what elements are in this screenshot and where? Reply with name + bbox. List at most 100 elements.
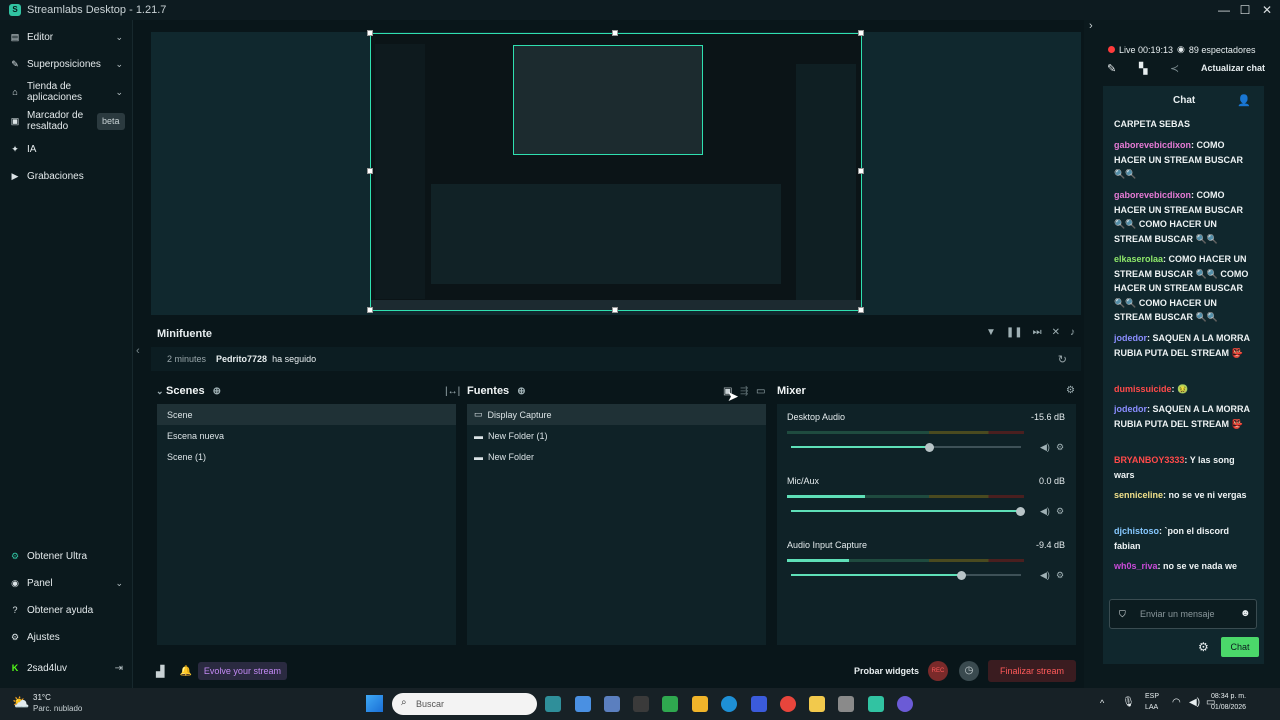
tray-chevron-icon[interactable]: ^ xyxy=(1100,698,1104,708)
chat-username[interactable]: djchistoso xyxy=(1114,526,1159,536)
chrome-icon[interactable] xyxy=(780,696,796,712)
windows-start-icon[interactable] xyxy=(366,695,383,712)
mute-icon[interactable]: ◀) xyxy=(1040,506,1050,517)
add-source-icon[interactable]: ⊕ xyxy=(517,386,525,397)
source-item[interactable]: ▬ New Folder (1) xyxy=(467,425,766,446)
sidebar-item-editor[interactable]: ▤ Editor ⌄ xyxy=(0,30,133,44)
sidebar-item-superposiciones[interactable]: ✎ Superposiciones ⌄ xyxy=(0,57,133,71)
scene-item[interactable]: Scene xyxy=(157,404,456,425)
resize-handle[interactable] xyxy=(858,168,864,174)
chat-username[interactable]: gaborevebicdixon xyxy=(1114,140,1191,150)
emoji-icon[interactable]: ☻ xyxy=(1240,608,1251,619)
sidebar-item-ajustes[interactable]: ⚙ Ajustes xyxy=(0,630,133,644)
probar-widgets-button[interactable]: Probar widgets xyxy=(854,666,919,676)
chat-input[interactable]: ⛉ Enviar un mensaje ☻ xyxy=(1109,599,1257,629)
chat-username[interactable]: elkaserolaa xyxy=(1114,254,1163,264)
resize-handle[interactable] xyxy=(367,168,373,174)
logout-icon[interactable]: ⇥ xyxy=(115,663,123,674)
replay-buffer-icon[interactable]: ◷ xyxy=(959,661,979,681)
pause-icon[interactable]: ❚❚ xyxy=(1006,327,1023,338)
taskbar-app-icon[interactable] xyxy=(604,696,620,712)
mute-alerts-icon[interactable]: ✕ xyxy=(1052,327,1060,338)
maximize-icon[interactable]: ☐ xyxy=(1237,2,1253,18)
evolve-button[interactable]: Evolve your stream xyxy=(197,662,287,680)
chat-send-button[interactable]: Chat xyxy=(1221,637,1259,657)
finalizar-stream-button[interactable]: Finalizar stream xyxy=(988,660,1076,682)
taskbar-app-icon[interactable] xyxy=(692,696,708,712)
close-icon[interactable]: ✕ xyxy=(1259,2,1275,18)
xbox-icon[interactable] xyxy=(662,696,678,712)
volume-knob[interactable] xyxy=(925,443,934,452)
resize-handle[interactable] xyxy=(858,30,864,36)
sidebar-item-obtener-ultra[interactable]: ⚙ Obtener Ultra xyxy=(0,549,133,563)
channel-settings-icon[interactable]: ⚙ xyxy=(1056,506,1064,517)
resize-handle[interactable] xyxy=(612,307,618,313)
sidebar-user[interactable]: K 2sad4luv ⇥ xyxy=(0,661,133,675)
sidebar-item-grabaciones[interactable]: ▶ Grabaciones xyxy=(0,169,133,183)
chat-settings-icon[interactable]: ⚙ xyxy=(1198,640,1209,654)
taskbar-app-icon[interactable] xyxy=(751,696,767,712)
minimize-icon[interactable]: — xyxy=(1216,2,1232,18)
sidebar-item-ayuda[interactable]: ? Obtener ayuda xyxy=(0,603,133,617)
taskbar-search[interactable]: ⌕ Buscar xyxy=(392,693,537,715)
chat-username[interactable]: jodedor xyxy=(1114,333,1147,343)
edit-stream-icon[interactable]: ✎ xyxy=(1107,62,1116,75)
chat-username[interactable]: BRYANBOY3333 xyxy=(1114,455,1184,465)
chat-username[interactable]: jodedor xyxy=(1114,404,1147,414)
mute-icon[interactable]: ◀) xyxy=(1040,570,1050,581)
resize-handle[interactable] xyxy=(367,30,373,36)
chat-username[interactable]: dumissuicide xyxy=(1114,384,1172,394)
add-folder-icon[interactable]: ▭ xyxy=(756,386,765,397)
source-group-icon[interactable]: ⇶ xyxy=(740,386,748,397)
channel-settings-icon[interactable]: ⚙ xyxy=(1056,442,1064,453)
chat-username[interactable]: wh0s_riva xyxy=(1114,561,1158,571)
volume-icon[interactable]: ◀) xyxy=(1189,697,1200,708)
resize-handle[interactable] xyxy=(367,307,373,313)
mixer-settings-icon[interactable]: ⚙ xyxy=(1066,385,1075,396)
streamlabs-taskbar-icon[interactable] xyxy=(868,696,884,712)
taskbar-app-icon[interactable] xyxy=(575,696,591,712)
stats-icon[interactable]: ▟ xyxy=(156,665,164,678)
resize-handle[interactable] xyxy=(612,30,618,36)
filter-icon[interactable]: ▼ xyxy=(986,327,996,338)
volume-knob[interactable] xyxy=(957,571,966,580)
sidebar-item-marcador[interactable]: ▣ Marcador de resaltado beta xyxy=(0,109,133,133)
scene-transition-icon[interactable]: |↔| xyxy=(445,386,460,397)
edge-icon[interactable] xyxy=(721,696,737,712)
taskbar-app-icon[interactable] xyxy=(633,696,649,712)
source-item[interactable]: ▭ Display Capture xyxy=(467,404,766,425)
stream-preview[interactable] xyxy=(370,33,862,311)
wifi-icon[interactable]: ◠ xyxy=(1172,697,1181,708)
skip-icon[interactable]: ⏭ xyxy=(1033,327,1042,338)
collapse-chat-icon[interactable]: › xyxy=(1089,20,1093,32)
users-icon[interactable]: 👤 xyxy=(1237,94,1251,107)
sidebar-item-panel[interactable]: ◉ Panel ⌄ xyxy=(0,576,133,590)
lang-code[interactable]: ESP xyxy=(1145,693,1159,700)
collapse-left-icon[interactable]: ‹ xyxy=(136,345,140,357)
channel-settings-icon[interactable]: ⚙ xyxy=(1056,570,1064,581)
source-item[interactable]: ▬ New Folder xyxy=(467,446,766,467)
discord-icon[interactable] xyxy=(897,696,913,712)
mute-icon[interactable]: ◀) xyxy=(1040,442,1050,453)
file-explorer-icon[interactable] xyxy=(809,696,825,712)
volume-icon[interactable]: ♪ xyxy=(1070,327,1075,338)
sidebar-item-tienda[interactable]: ⌂ Tienda de aplicaciones ⌄ xyxy=(0,80,133,104)
chat-username[interactable]: gaborevebicdixon xyxy=(1114,190,1191,200)
scene-item[interactable]: Escena nueva xyxy=(157,425,456,446)
taskbar-app-icon[interactable] xyxy=(545,696,561,712)
notification-icon[interactable]: 🔔 xyxy=(179,666,191,677)
replay-icon[interactable]: ↻ xyxy=(1058,353,1067,366)
taskbar-app-icon[interactable] xyxy=(838,696,854,712)
dashboard-icon[interactable]: ▚ xyxy=(1139,62,1147,75)
sidebar-item-ia[interactable]: ✦ IA xyxy=(0,142,133,156)
resize-handle[interactable] xyxy=(858,307,864,313)
scene-item[interactable]: Scene (1) xyxy=(157,446,456,467)
refresh-chat-button[interactable]: Actualizar chat xyxy=(1201,63,1265,73)
clock-time[interactable]: 08:34 p. m. xyxy=(1211,693,1246,700)
chat-username[interactable]: senniceline xyxy=(1114,490,1163,500)
share-icon[interactable]: ≺ xyxy=(1170,62,1179,75)
add-scene-icon[interactable]: ⊕ xyxy=(213,386,221,397)
mic-icon[interactable]: 🎙 xyxy=(1122,697,1135,708)
rec-button[interactable]: REC xyxy=(928,661,948,681)
volume-knob[interactable] xyxy=(1016,507,1025,516)
